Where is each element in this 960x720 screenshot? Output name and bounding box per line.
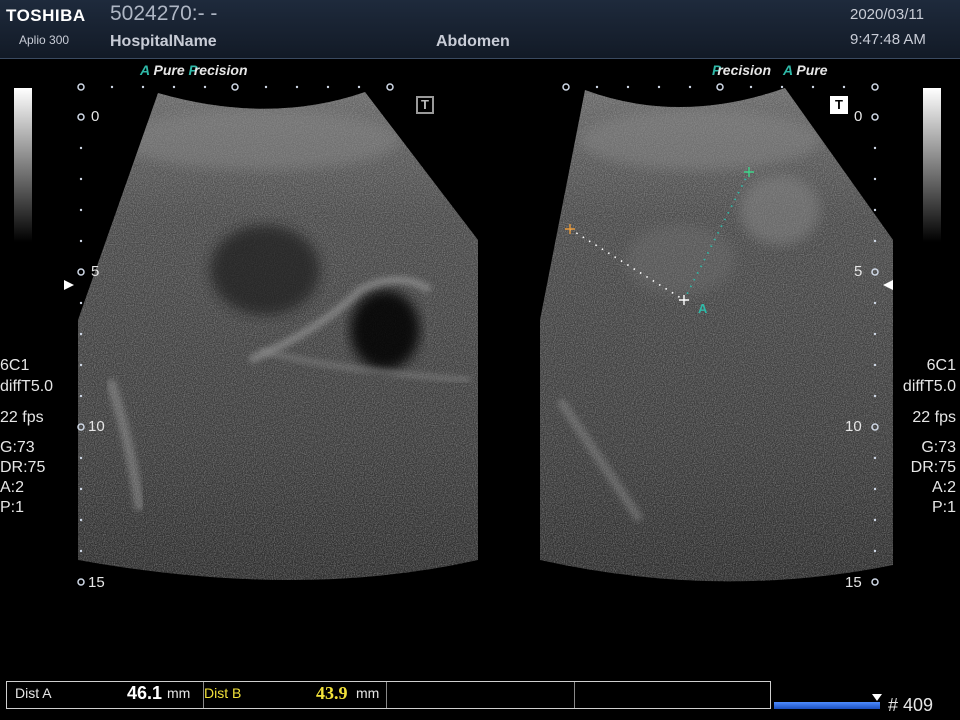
depth-label-right-10: 10	[845, 418, 862, 435]
measurement-dist-a[interactable]: Dist A 46.1 mm	[7, 682, 204, 708]
grayscale-bar-right	[923, 88, 941, 242]
measurement-dist-b[interactable]: Dist B 43.9 mm	[204, 682, 387, 708]
probe-name: 6C1	[926, 357, 956, 374]
preset-a-letter: A	[140, 62, 150, 78]
ultrasound-image-area	[64, 83, 893, 586]
brand-logo: TOSHIBA	[6, 6, 86, 25]
preset-a-letter: A	[782, 62, 793, 78]
gain: G:73	[921, 439, 956, 456]
exam-time: 9:47:48 AM	[850, 31, 926, 48]
dist-a-value: 46.1	[127, 683, 163, 703]
harmonic-mode: diffT5.0	[902, 378, 956, 395]
frame-rate: 22 fps	[912, 409, 956, 426]
dist-b-unit: mm	[356, 685, 380, 701]
preset-recision-word: recision	[193, 62, 248, 78]
depth-label-left-0: 0	[91, 108, 100, 125]
persistence: P:1	[0, 499, 25, 516]
depth-label-left-5: 5	[91, 263, 100, 280]
depth-label-right-5: 5	[854, 263, 863, 280]
patient-id: 5024270:- -	[110, 2, 218, 25]
exam-date: 2020/03/11	[850, 6, 924, 23]
frame-rate: 22 fps	[0, 409, 44, 426]
dist-b-value: 43.9	[316, 683, 348, 703]
depth-label-right-15: 15	[845, 574, 862, 591]
left-ultrasound-fan	[78, 92, 478, 580]
depth-label-left-10: 10	[88, 418, 105, 435]
hospital-name: HospitalName	[110, 33, 217, 50]
persistence: P:1	[931, 499, 956, 516]
probe-orientation-marker-right[interactable]: T	[830, 96, 848, 114]
measurement-results-bar: Dist A 46.1 mm Dist B 43.9 mm	[6, 681, 771, 709]
caliper-label-a: A	[698, 301, 708, 316]
probe-orientation-marker-left[interactable]: T	[416, 96, 434, 114]
preset-label-left: A Pure Precision	[140, 62, 248, 78]
measurement-slot-empty	[575, 682, 770, 708]
dist-a-label: Dist A	[15, 685, 52, 701]
preset-recision-word: recision	[717, 62, 772, 78]
dynamic-range: DR:75	[910, 459, 956, 476]
device-model: Aplio 300	[19, 33, 70, 47]
dynamic-range: DR:75	[0, 459, 46, 476]
probe-params-left: 6C1 diffT5.0 22 fps G:73 DR:75 A:2 P:1	[0, 355, 53, 518]
probe-params-right: 6C1 diffT5.0 22 fps G:73 DR:75 A:2 P:1	[880, 355, 956, 518]
probe-name: 6C1	[0, 357, 30, 374]
preset-label-right: Precision A Pure	[712, 62, 828, 78]
preset-pure-word: Pure	[153, 62, 185, 78]
dist-a-unit: mm	[167, 685, 191, 701]
depth-label-right-0: 0	[854, 108, 863, 125]
preset-pure-word: Pure	[796, 62, 828, 78]
dist-b-label: Dist B	[204, 685, 242, 701]
depth-label-left-15: 15	[88, 574, 105, 591]
frame-number: # 409	[888, 695, 934, 715]
acoustic-power: A:2	[931, 479, 956, 496]
harmonic-mode: diffT5.0	[0, 378, 54, 395]
exam-type: Abdomen	[436, 33, 510, 50]
acoustic-power: A:2	[0, 479, 25, 496]
right-ultrasound-fan	[540, 88, 893, 582]
header-bar: TOSHIBA Aplio 300 5024270:- - HospitalNa…	[0, 0, 960, 59]
focus-marker-left	[64, 280, 74, 290]
cine-position-marker[interactable]	[872, 694, 882, 701]
cine-progress-bar[interactable]	[774, 702, 880, 709]
measurement-slot-empty	[387, 682, 575, 708]
grayscale-bar-left	[14, 88, 32, 242]
gain: G:73	[0, 439, 35, 456]
